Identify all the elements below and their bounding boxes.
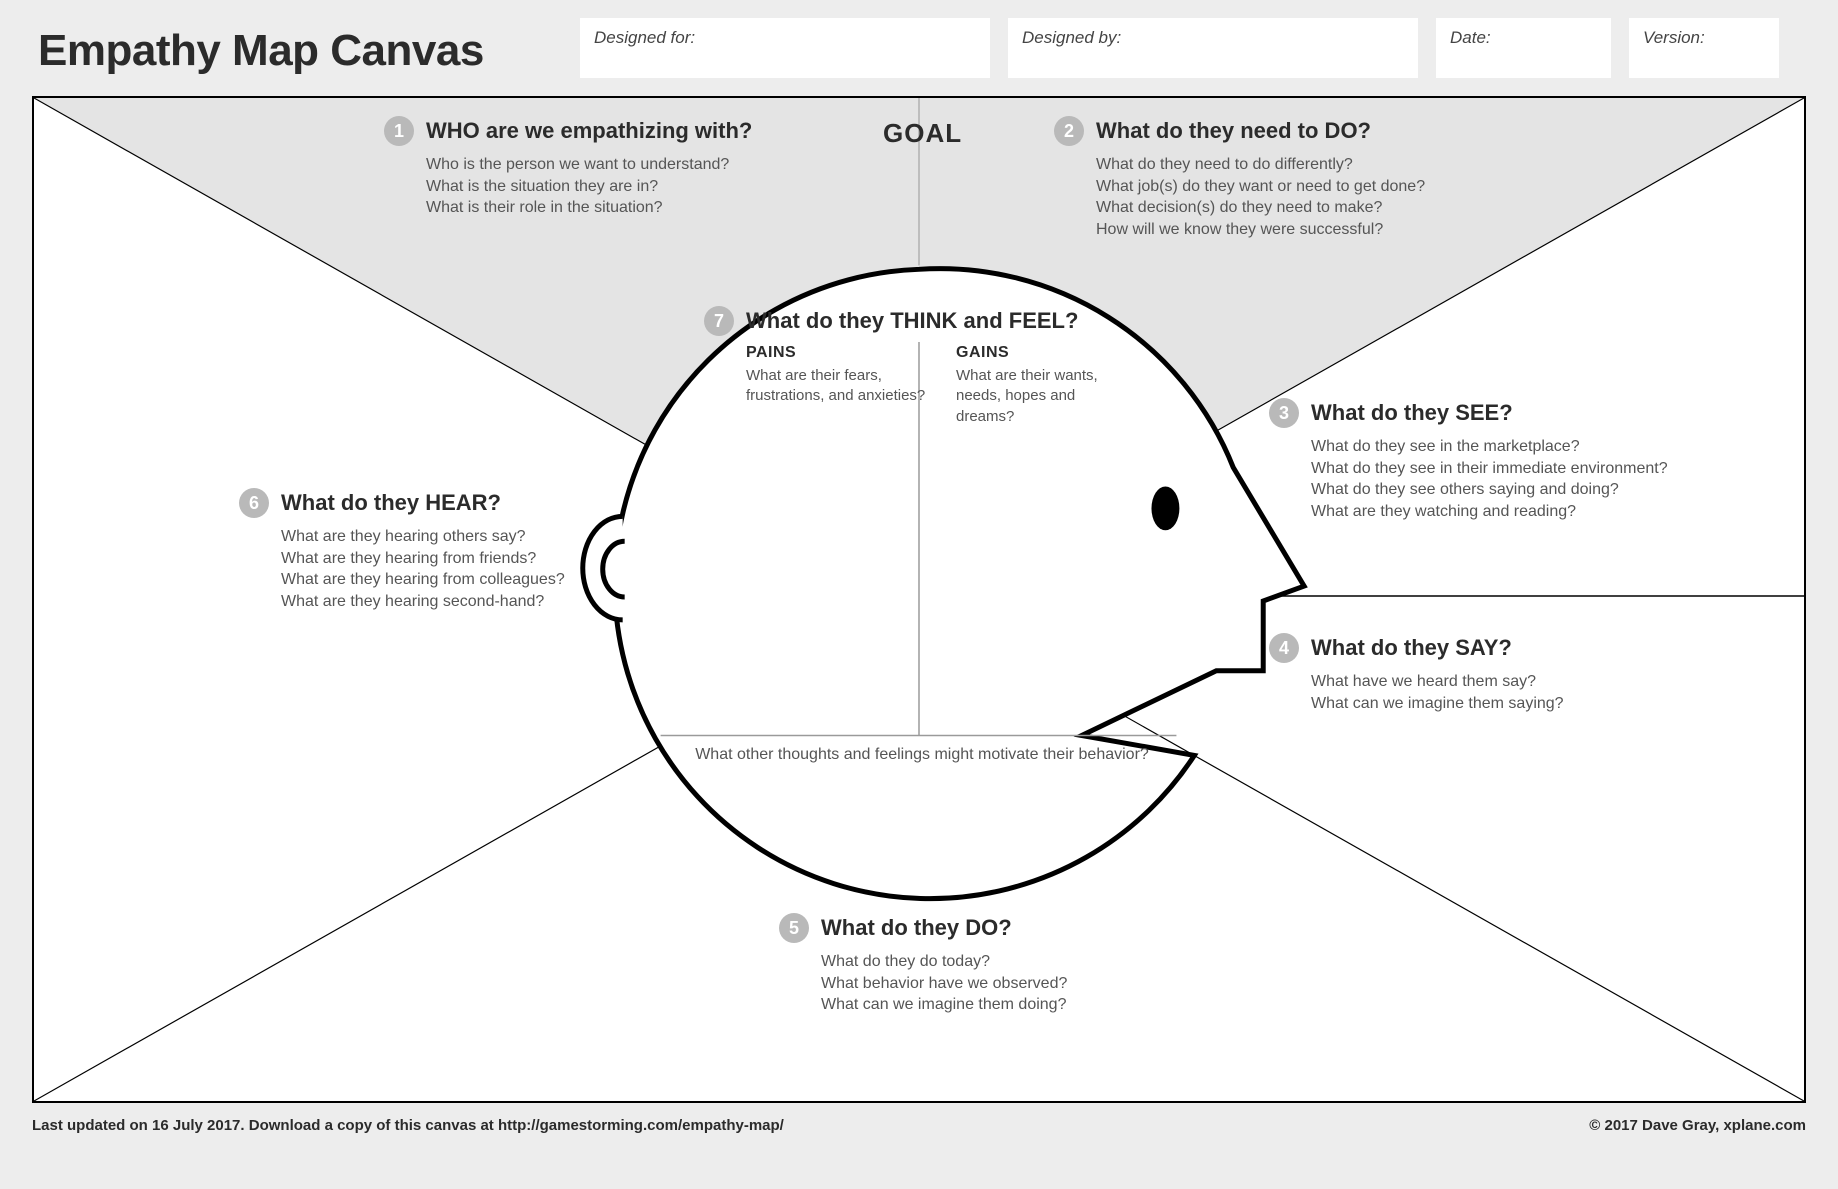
think-feel-center-q: What other thoughts and feelings might m…	[662, 746, 1182, 764]
header-fields: Designed for: Designed by: Date: Version…	[580, 18, 1798, 78]
title-who: WHO are we empathizing with?	[426, 118, 752, 144]
section-hear: 6 What do they HEAR? What are they heari…	[239, 488, 639, 612]
who-q2: What is the situation they are in?	[426, 176, 864, 198]
badge-1: 1	[384, 116, 414, 146]
footer-right: © 2017 Dave Gray, xplane.com	[1589, 1117, 1806, 1134]
do-q1: What do they do today?	[821, 951, 1179, 973]
hear-q3: What are they hearing from colleagues?	[281, 569, 639, 591]
hear-q1: What are they hearing others say?	[281, 526, 639, 548]
section-do: 5 What do they DO? What do they do today…	[779, 913, 1179, 1016]
designed-by-field[interactable]: Designed by:	[1008, 18, 1418, 78]
title-think-feel: What do they THINK and FEEL?	[746, 308, 1078, 334]
page-title: Empathy Map Canvas	[38, 26, 484, 76]
goal-label: GOAL	[883, 118, 962, 149]
see-q2: What do they see in their immediate envi…	[1311, 458, 1769, 480]
section-say: 4 What do they SAY? What have we heard t…	[1269, 633, 1749, 714]
say-q2: What can we imagine them saying?	[1311, 693, 1749, 715]
see-q1: What do they see in the marketplace?	[1311, 436, 1769, 458]
who-q3: What is their role in the situation?	[426, 197, 864, 219]
pains-label: PAINS	[746, 344, 926, 362]
title-hear: What do they HEAR?	[281, 490, 501, 516]
gains-col: GAINS What are their wants, needs, hopes…	[956, 344, 1136, 427]
canvas-wrap: Empathy Map Canvas Designed for: Designe…	[0, 0, 1838, 1189]
section-need-do: 2 What do they need to DO? What do they …	[1054, 116, 1534, 240]
see-q4: What are they watching and reading?	[1311, 501, 1769, 523]
do-q2: What behavior have we observed?	[821, 973, 1179, 995]
gains-q: What are their wants, needs, hopes and d…	[956, 366, 1136, 427]
hear-q2: What are they hearing from friends?	[281, 548, 639, 570]
footer-left: Last updated on 16 July 2017. Download a…	[32, 1117, 784, 1134]
date-field[interactable]: Date:	[1436, 18, 1611, 78]
needdo-q1: What do they need to do differently?	[1096, 154, 1534, 176]
needdo-q2: What job(s) do they want or need to get …	[1096, 176, 1534, 198]
version-field[interactable]: Version:	[1629, 18, 1779, 78]
title-say: What do they SAY?	[1311, 635, 1512, 661]
title-do: What do they DO?	[821, 915, 1012, 941]
see-q3: What do they see others saying and doing…	[1311, 479, 1769, 501]
hear-q4: What are they hearing second-hand?	[281, 591, 639, 613]
badge-6: 6	[239, 488, 269, 518]
section-think-feel: 7 What do they THINK and FEEL? PAINS Wha…	[704, 306, 1164, 427]
designed-for-field[interactable]: Designed for:	[580, 18, 990, 78]
do-q3: What can we imagine them doing?	[821, 994, 1179, 1016]
badge-2: 2	[1054, 116, 1084, 146]
title-see: What do they SEE?	[1311, 400, 1513, 426]
gains-label: GAINS	[956, 344, 1136, 362]
needdo-q3: What decision(s) do they need to make?	[1096, 197, 1534, 219]
badge-3: 3	[1269, 398, 1299, 428]
title-need-do: What do they need to DO?	[1096, 118, 1371, 144]
say-q1: What have we heard them say?	[1311, 671, 1749, 693]
badge-5: 5	[779, 913, 809, 943]
section-see: 3 What do they SEE? What do they see in …	[1269, 398, 1769, 522]
pains-q: What are their fears, frustrations, and …	[746, 366, 926, 407]
badge-4: 4	[1269, 633, 1299, 663]
diagram-stage: GOAL 1 WHO are we empathizing with? Who …	[32, 96, 1806, 1103]
pains-col: PAINS What are their fears, frustrations…	[746, 344, 926, 427]
badge-7: 7	[704, 306, 734, 336]
needdo-q4: How will we know they were successful?	[1096, 219, 1534, 241]
section-who: 1 WHO are we empathizing with? Who is th…	[384, 116, 864, 219]
who-q1: Who is the person we want to understand?	[426, 154, 864, 176]
